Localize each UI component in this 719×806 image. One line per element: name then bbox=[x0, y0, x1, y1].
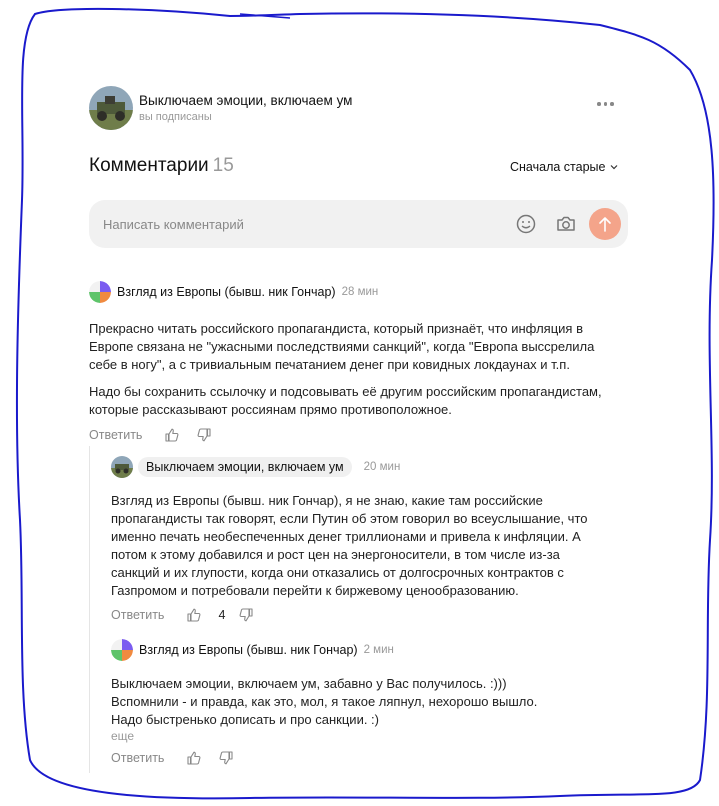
comment-text: Надо бы сохранить ссылочку и подсовывать… bbox=[89, 384, 602, 417]
thumbs-down-icon[interactable] bbox=[219, 751, 233, 765]
thumbs-down-icon[interactable] bbox=[239, 608, 253, 622]
comment-text: Прекрасно читать российского пропагандис… bbox=[89, 321, 595, 372]
comments-count: 15 bbox=[212, 155, 234, 176]
comment-text: Надо быстренько дописать и про санкции. … bbox=[111, 712, 379, 727]
like-count: 4 bbox=[218, 608, 226, 622]
camera-icon[interactable] bbox=[555, 213, 577, 235]
channel-name[interactable]: Выключаем эмоции, включаем ум bbox=[139, 93, 352, 108]
comment-input[interactable] bbox=[103, 200, 503, 248]
arrow-up-icon bbox=[599, 217, 611, 232]
comment-text: Взгляд из Европы (бывш. ник Гончар), я н… bbox=[111, 493, 588, 598]
more-dots-icon[interactable] bbox=[597, 102, 614, 106]
reply-button[interactable]: Ответить bbox=[89, 428, 142, 442]
chevron-down-icon bbox=[611, 165, 618, 170]
avatar[interactable] bbox=[111, 456, 133, 478]
sort-label: Сначала старые bbox=[510, 160, 606, 174]
sort-dropdown[interactable]: Сначала старые bbox=[510, 160, 619, 174]
comment-author[interactable]: Взгляд из Европы (бывш. ник Гончар) bbox=[117, 285, 336, 299]
comment-time: 28 мин bbox=[341, 286, 379, 298]
thumbs-down-icon[interactable] bbox=[197, 428, 211, 442]
comments-title-label: Комментарии bbox=[89, 155, 209, 176]
comment-author[interactable]: Выключаем эмоции, включаем ум bbox=[138, 457, 352, 477]
comment-item: Взгляд из Европы (бывш. ник Гончар) 28 м… bbox=[89, 281, 619, 442]
thread-line bbox=[89, 446, 90, 773]
comment-author[interactable]: Взгляд из Европы (бывш. ник Гончар) bbox=[139, 643, 358, 657]
smile-icon[interactable] bbox=[515, 213, 537, 235]
thumbs-up-icon[interactable] bbox=[165, 428, 179, 442]
avatar[interactable] bbox=[89, 281, 111, 303]
comment-item: Выключаем эмоции, включаем ум 20 мин Взг… bbox=[111, 456, 601, 622]
send-button[interactable] bbox=[589, 208, 621, 240]
reply-button[interactable]: Ответить bbox=[111, 608, 164, 622]
comment-item: Взгляд из Европы (бывш. ник Гончар) 2 ми… bbox=[111, 639, 601, 765]
comments-title: Комментарии 15 bbox=[89, 155, 234, 177]
comment-text: Вспомнили - и правда, как это, мол, я та… bbox=[111, 694, 538, 709]
subscription-status: вы подписаны bbox=[139, 111, 212, 123]
avatar[interactable] bbox=[111, 639, 133, 661]
comment-time: 2 мин bbox=[363, 644, 394, 656]
comment-text: Выключаем эмоции, включаем ум, забавно у… bbox=[111, 676, 507, 691]
show-more-link[interactable]: еще bbox=[111, 729, 601, 743]
thumbs-up-icon[interactable] bbox=[187, 751, 201, 765]
channel-header[interactable]: Выключаем эмоции, включаем ум вы подписа… bbox=[89, 86, 352, 130]
comment-input-box[interactable] bbox=[89, 200, 628, 248]
thumbs-up-icon[interactable] bbox=[187, 608, 201, 622]
reply-button[interactable]: Ответить bbox=[111, 751, 164, 765]
comment-time: 20 мин bbox=[363, 461, 401, 473]
channel-avatar[interactable] bbox=[89, 86, 133, 130]
